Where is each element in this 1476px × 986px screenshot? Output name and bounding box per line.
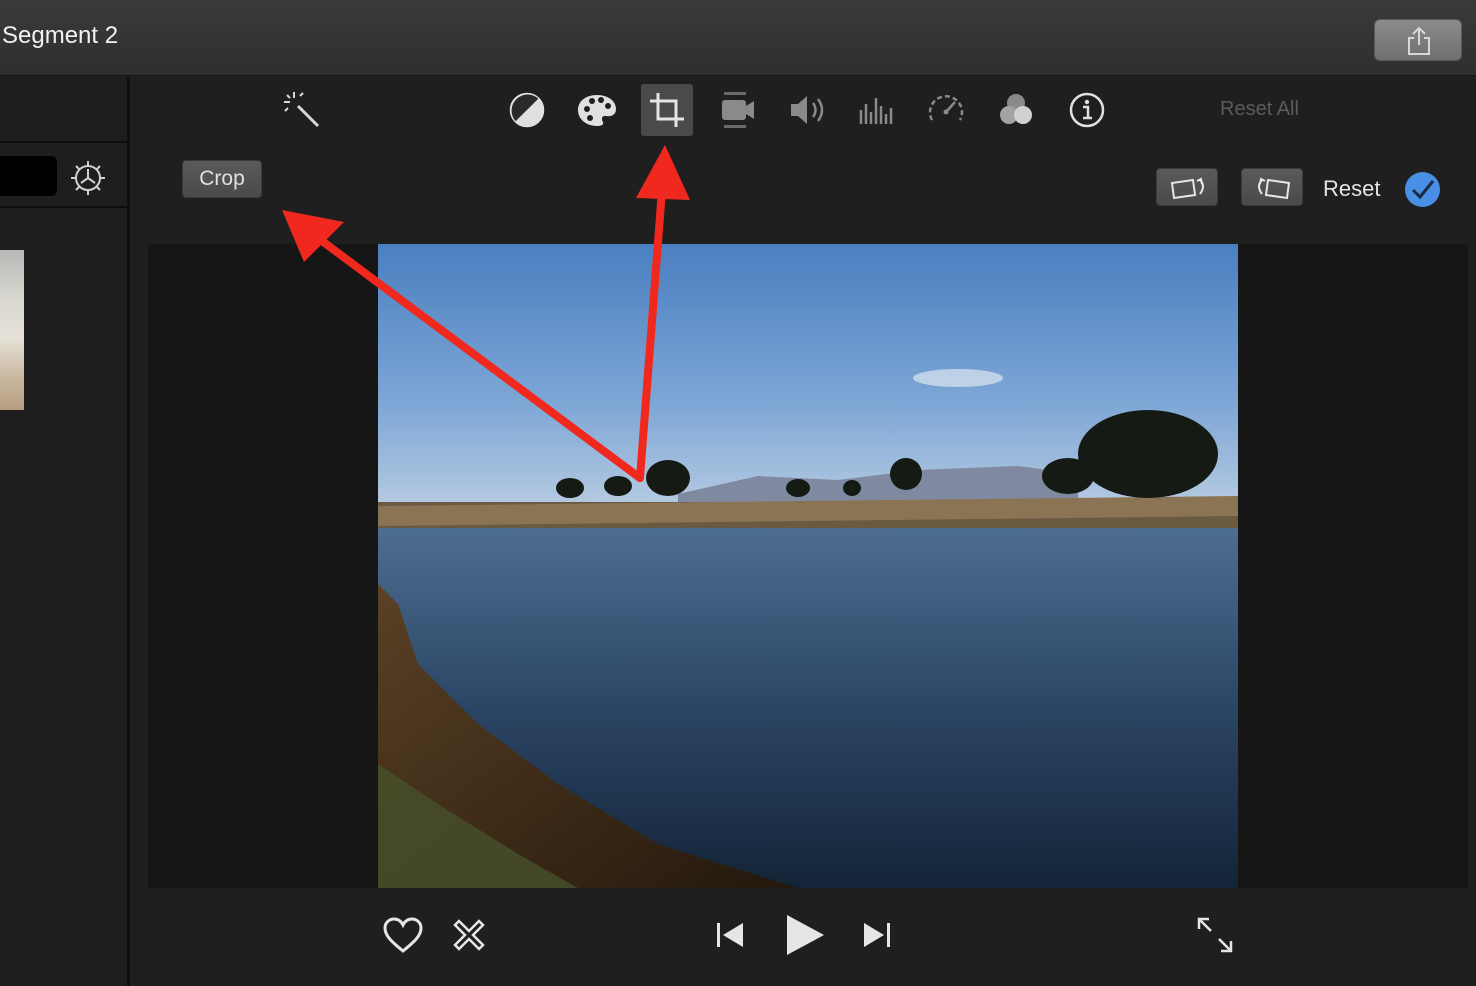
play-icon[interactable]	[784, 912, 826, 958]
skip-forward-icon[interactable]	[860, 920, 892, 950]
annotation-arrows	[282, 145, 690, 482]
reject-icon[interactable]	[450, 916, 488, 954]
fullscreen-icon[interactable]	[1196, 916, 1234, 954]
skip-back-icon[interactable]	[715, 920, 747, 950]
imovie-window: Segment 2 Reset All Crop Reset	[0, 0, 1476, 986]
heart-icon[interactable]	[382, 916, 424, 954]
